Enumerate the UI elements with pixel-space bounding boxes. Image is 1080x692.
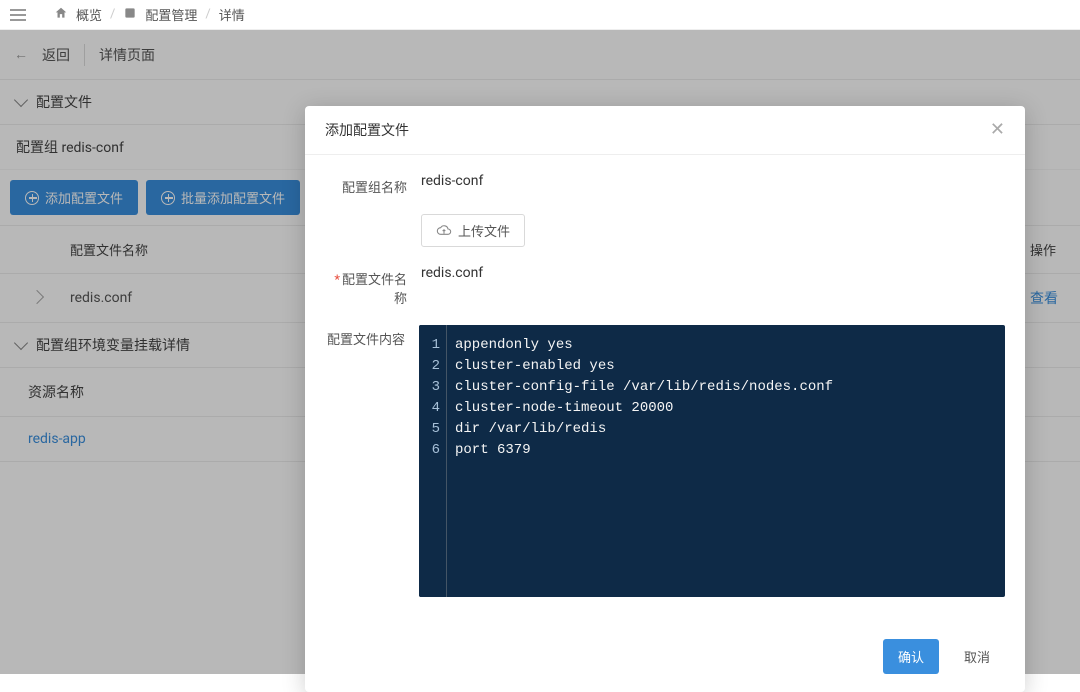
config-icon <box>123 6 137 24</box>
modal-body: 配置组名称 redis-conf 上传文件 *配置文件名称 redis.conf <box>305 155 1025 625</box>
breadcrumb-config[interactable]: 配置管理 <box>145 5 197 24</box>
label-file-name: *配置文件名称 <box>325 265 421 307</box>
cloud-upload-icon <box>436 225 452 237</box>
breadcrumb-detail: 详情 <box>219 5 245 24</box>
home-icon <box>54 6 68 24</box>
form-row-file-content: 配置文件内容 123456 appendonly yes cluster-ena… <box>325 325 1005 597</box>
breadcrumb: 概览 / 配置管理 / 详情 <box>54 5 245 24</box>
breadcrumb-sep: / <box>205 7 210 22</box>
code-lines[interactable]: appendonly yes cluster-enabled yes clust… <box>447 325 841 597</box>
confirm-label: 确认 <box>898 647 924 666</box>
modal-title: 添加配置文件 <box>325 120 409 140</box>
value-file-name[interactable]: redis.conf <box>421 265 1005 281</box>
upload-label: 上传文件 <box>458 221 510 240</box>
cancel-button[interactable]: 取消 <box>949 639 1005 674</box>
label-group-name: 配置组名称 <box>325 173 421 196</box>
form-row-upload: 上传文件 <box>325 214 1005 247</box>
form-row-file-name: *配置文件名称 redis.conf <box>325 265 1005 307</box>
modal-header: 添加配置文件 ✕ <box>305 106 1025 155</box>
confirm-button[interactable]: 确认 <box>883 639 939 674</box>
code-gutter: 123456 <box>419 325 447 597</box>
cancel-label: 取消 <box>964 647 990 666</box>
modal-footer: 确认 取消 <box>305 625 1025 692</box>
label-file-content: 配置文件内容 <box>325 325 419 348</box>
label-empty <box>325 214 421 218</box>
close-icon[interactable]: ✕ <box>990 121 1005 139</box>
code-editor[interactable]: 123456 appendonly yes cluster-enabled ye… <box>419 325 1005 597</box>
form-row-group-name: 配置组名称 redis-conf <box>325 173 1005 196</box>
breadcrumb-overview[interactable]: 概览 <box>76 5 102 24</box>
menu-icon[interactable] <box>10 9 26 21</box>
breadcrumb-sep: / <box>110 7 115 22</box>
top-bar: 概览 / 配置管理 / 详情 <box>0 0 1080 30</box>
modal-add-config-file: 添加配置文件 ✕ 配置组名称 redis-conf 上传文件 <box>305 106 1025 692</box>
value-group-name: redis-conf <box>421 173 1005 189</box>
upload-button[interactable]: 上传文件 <box>421 214 525 247</box>
